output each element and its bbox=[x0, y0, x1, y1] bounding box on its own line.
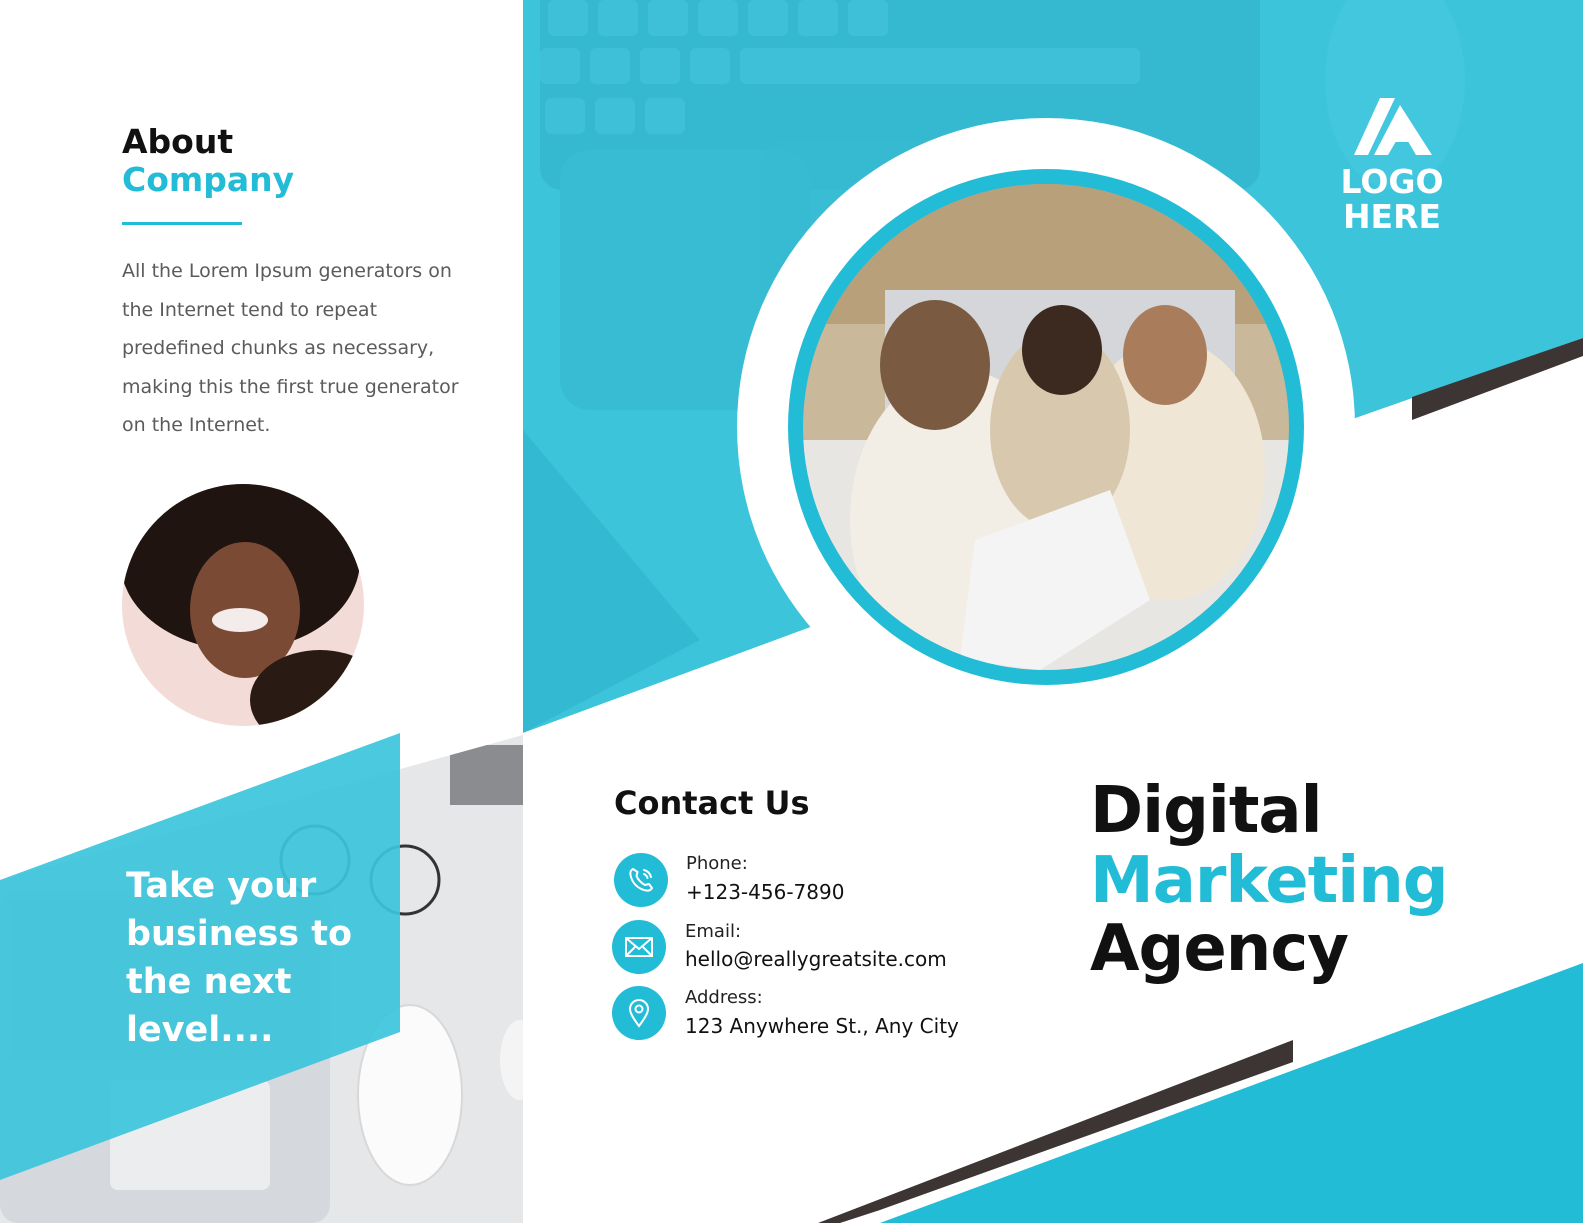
about-body: All the Lorem Ipsum generators on the In… bbox=[122, 260, 459, 436]
phone-value: +123-456-7890 bbox=[686, 880, 845, 904]
logo-line2: HERE bbox=[1342, 197, 1442, 236]
location-pin-icon bbox=[612, 986, 666, 1040]
headline-line2: Marketing bbox=[1090, 844, 1449, 918]
team-photo bbox=[803, 184, 1289, 670]
portrait-photo bbox=[122, 484, 364, 726]
about-title: About bbox=[122, 122, 234, 161]
phone-label: Phone: bbox=[686, 853, 748, 874]
contact-title: Contact Us bbox=[614, 784, 810, 822]
logo-text: LOGO HERE bbox=[1330, 164, 1454, 234]
mail-icon bbox=[612, 920, 666, 974]
phone-icon bbox=[614, 853, 668, 907]
logo-line1: LOGO bbox=[1340, 162, 1444, 201]
about-subtitle: Company bbox=[122, 160, 295, 199]
tagline: Take your business to the next level.... bbox=[126, 866, 353, 1050]
about-divider bbox=[122, 222, 242, 225]
email-value[interactable]: hello@reallygreatsite.com bbox=[685, 945, 947, 973]
address-value: 123 Anywhere St., Any City bbox=[685, 1014, 959, 1038]
headline-line1: Digital bbox=[1090, 774, 1323, 848]
headline-line3: Agency bbox=[1090, 912, 1349, 986]
email-label: Email: bbox=[685, 921, 742, 942]
address-label: Address: bbox=[685, 987, 763, 1008]
